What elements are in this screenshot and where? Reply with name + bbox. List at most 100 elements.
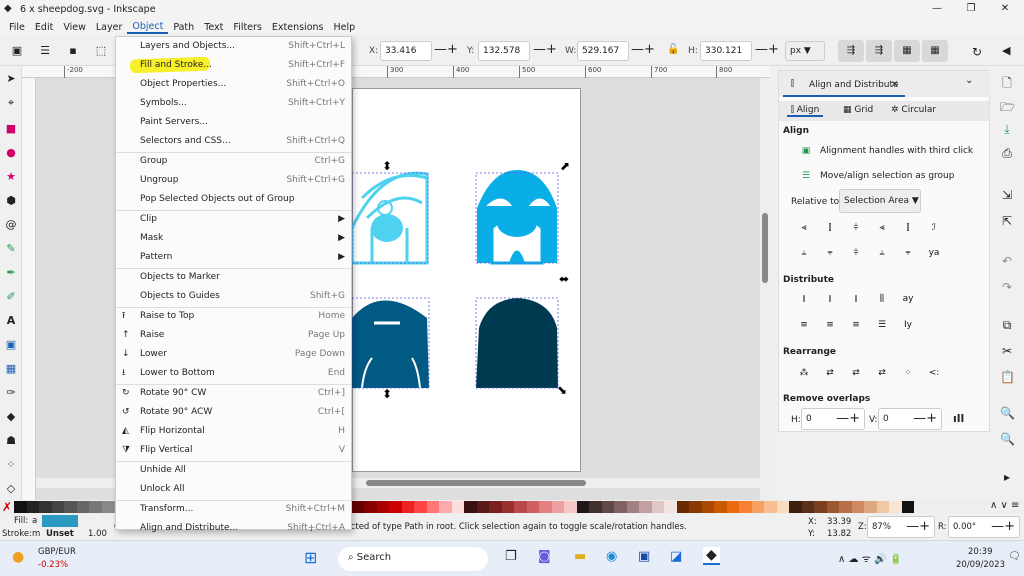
align-top-edge-icon[interactable]: ⫧: [901, 247, 915, 259]
menu-item-rotate-90-cw[interactable]: ↻ Rotate 90° CW Ctrl+]: [116, 384, 351, 403]
ellipse-tool-icon[interactable]: ●: [4, 146, 18, 160]
menu-item-fill-and-stroke[interactable]: Fill and Stroke... Shift+Ctrl+F: [116, 56, 351, 75]
menu-item-align-and-distribute[interactable]: Align and Distribute... Shift+Ctrl+A: [116, 519, 351, 538]
menu-item-paint-servers[interactable]: Paint Servers...: [116, 113, 351, 132]
distribute-bottom-icon[interactable]: ≡: [849, 319, 863, 331]
menu-path[interactable]: Path: [168, 22, 199, 33]
distribute-middle-icon[interactable]: ≡: [823, 319, 837, 331]
color-swatch[interactable]: [751, 501, 764, 513]
select-all-icon[interactable]: ▣: [10, 44, 24, 58]
distribute-baselines-icon[interactable]: ay: [901, 293, 915, 305]
menu-item-raise-to-top[interactable]: ⭱ Raise to Top Home: [116, 307, 351, 326]
menu-text[interactable]: Text: [199, 22, 228, 33]
menu-item-unhide-all[interactable]: Unhide All: [116, 461, 351, 480]
paste-icon[interactable]: 📋: [1000, 370, 1015, 384]
subtab-align[interactable]: ⫿ Align: [787, 105, 824, 117]
inkscape-taskbar-icon[interactable]: ◆: [703, 547, 720, 565]
touch-select-icon[interactable]: ⬚: [94, 44, 108, 58]
menu-item-symbols[interactable]: Symbols... Shift+Ctrl+Y: [116, 94, 351, 113]
relative-to-select[interactable]: Selection Area ▼: [839, 189, 921, 213]
color-swatch[interactable]: [676, 501, 689, 513]
distribute-center-icon[interactable]: ⫾: [823, 293, 837, 305]
menu-item-clip[interactable]: Clip ▶: [116, 210, 351, 229]
color-swatch[interactable]: [476, 501, 489, 513]
sheepdog-light[interactable]: [350, 171, 429, 265]
selector-tool-icon[interactable]: ➤: [4, 72, 18, 86]
clock-date[interactable]: 20/09/2023: [956, 560, 1005, 570]
gradient-tool-icon[interactable]: ▣: [4, 338, 18, 352]
menu-extensions[interactable]: Extensions: [267, 22, 329, 33]
align-left-icon[interactable]: ⫿: [823, 222, 837, 234]
open-icon[interactable]: 🗁: [1000, 98, 1015, 119]
teams-icon[interactable]: ◙: [538, 549, 551, 564]
color-swatch[interactable]: [364, 501, 377, 513]
expand-icon[interactable]: ◀: [1002, 44, 1010, 57]
menu-item-transform[interactable]: Transform... Shift+Ctrl+M: [116, 500, 351, 519]
align-right-icon[interactable]: ⫷: [875, 222, 889, 234]
3d-box-tool-icon[interactable]: ⬢: [4, 194, 18, 208]
color-swatch[interactable]: [414, 501, 427, 513]
color-swatch[interactable]: [889, 501, 902, 513]
no-paint-icon[interactable]: ✗: [2, 500, 12, 514]
color-swatch[interactable]: [89, 501, 102, 513]
menu-item-pattern[interactable]: Pattern ▶: [116, 248, 351, 267]
color-swatch[interactable]: [589, 501, 602, 513]
vertical-scrollbar[interactable]: [760, 78, 770, 500]
w-stepper[interactable]: —+: [631, 42, 655, 58]
paint-bucket-tool-icon[interactable]: ◆: [4, 410, 18, 424]
group-icon[interactable]: ☰: [799, 170, 813, 182]
cut-icon[interactable]: ✂: [1000, 344, 1014, 358]
color-swatch[interactable]: [26, 501, 39, 513]
center-vertical-axis-icon[interactable]: ⫩: [849, 222, 863, 234]
alignment-handles-option[interactable]: Alignment handles with third click: [820, 146, 973, 156]
menu-item-lower-to-bottom[interactable]: ⭳ Lower to Bottom End: [116, 364, 351, 383]
menu-item-object-properties[interactable]: Object Properties... Shift+Ctrl+O: [116, 75, 351, 94]
remove-overlaps-button[interactable]: ıll: [953, 412, 964, 425]
h-input[interactable]: 330.121: [700, 41, 752, 61]
scale-corners-button[interactable]: ⇶: [866, 40, 892, 62]
color-swatch[interactable]: [639, 501, 652, 513]
align-right-edge-icon[interactable]: ⫷: [797, 222, 811, 234]
distribute-vgaps-icon[interactable]: ☰: [875, 319, 889, 331]
mesh-tool-icon[interactable]: ▦: [4, 362, 18, 376]
text-tool-icon[interactable]: A: [4, 314, 18, 328]
tab-align-and-distribute[interactable]: ⫿ Align and Distribute ✕: [783, 75, 905, 97]
color-swatch[interactable]: [814, 501, 827, 513]
spiral-tool-icon[interactable]: @: [4, 218, 18, 232]
color-swatch[interactable]: [451, 501, 464, 513]
h-gap-input[interactable]: 0 —+: [801, 408, 865, 430]
exchange-selection-order-icon[interactable]: ⇄: [823, 367, 837, 379]
menu-filters[interactable]: Filters: [228, 22, 266, 33]
lock-ratio-icon[interactable]: 🔓: [667, 44, 679, 55]
close-button[interactable]: ✕: [988, 0, 1022, 18]
color-swatch[interactable]: [51, 501, 64, 513]
stroke-width[interactable]: 1.00: [88, 529, 107, 539]
third-click-icon[interactable]: ▣: [799, 145, 813, 157]
sheepdog-navy[interactable]: [475, 297, 559, 389]
sheepdog-blue[interactable]: [475, 170, 559, 265]
new-document-icon[interactable]: 🗋: [1000, 74, 1014, 95]
menu-item-flip-horizontal[interactable]: ◭ Flip Horizontal H: [116, 422, 351, 441]
align-top-icon[interactable]: ⫧: [823, 247, 837, 259]
menu-edit[interactable]: Edit: [30, 22, 58, 33]
menu-item-rotate-90-acw[interactable]: ↺ Rotate 90° ACW Ctrl+[: [116, 403, 351, 422]
v-gap-input[interactable]: 0 —+: [878, 408, 942, 430]
taskbar-search[interactable]: ⌕ Search: [338, 547, 488, 571]
star-tool-icon[interactable]: ★: [4, 170, 18, 184]
color-swatch[interactable]: [439, 501, 452, 513]
zoom-input[interactable]: 87% —+: [867, 516, 935, 538]
maximize-button[interactable]: ❐: [954, 0, 988, 18]
color-swatch[interactable]: [651, 501, 664, 513]
color-swatch[interactable]: [501, 501, 514, 513]
color-swatch[interactable]: [726, 501, 739, 513]
color-swatch[interactable]: [576, 501, 589, 513]
x-input[interactable]: 33.416: [380, 41, 432, 61]
zoom-icon[interactable]: 🔍: [1000, 406, 1015, 420]
y-stepper[interactable]: —+: [533, 42, 557, 58]
color-swatch[interactable]: [789, 501, 802, 513]
subtab-circular[interactable]: ✲ Circular: [891, 105, 936, 115]
color-swatch[interactable]: [601, 501, 614, 513]
menu-item-pop-selected-objects-out-of-group[interactable]: Pop Selected Objects out of Group: [116, 190, 351, 209]
color-swatch[interactable]: [351, 501, 364, 513]
dropper-tool-icon[interactable]: ✑: [4, 386, 18, 400]
